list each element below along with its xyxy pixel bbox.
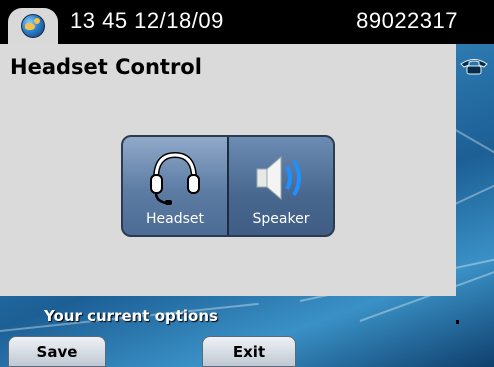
save-softkey[interactable]: Save [8,336,106,367]
status-dot [456,320,459,324]
speaker-button[interactable]: Speaker [229,137,333,235]
speaker-icon [256,155,301,201]
headset-icon [150,151,200,205]
status-message: Your current options [44,307,218,325]
headset-button[interactable]: Headset [123,137,229,235]
page-title: Headset Control [10,55,202,79]
phone-extension: 89022317 [356,8,458,33]
header-bar: 13 45 12/18/09 89022317 [0,0,494,44]
phone-screen: 13 45 12/18/09 89022317 Headset Control … [0,0,494,367]
date-time: 13 45 12/18/09 [70,8,224,33]
audio-mode-selector: Headset Speaker [121,135,335,237]
speaker-label: Speaker [252,211,310,227]
phone-line-icon[interactable] [458,56,490,76]
headset-label: Headset [145,211,204,227]
exit-softkey[interactable]: Exit [202,336,296,367]
application-tab[interactable] [8,8,58,44]
globe-icon [21,14,45,38]
